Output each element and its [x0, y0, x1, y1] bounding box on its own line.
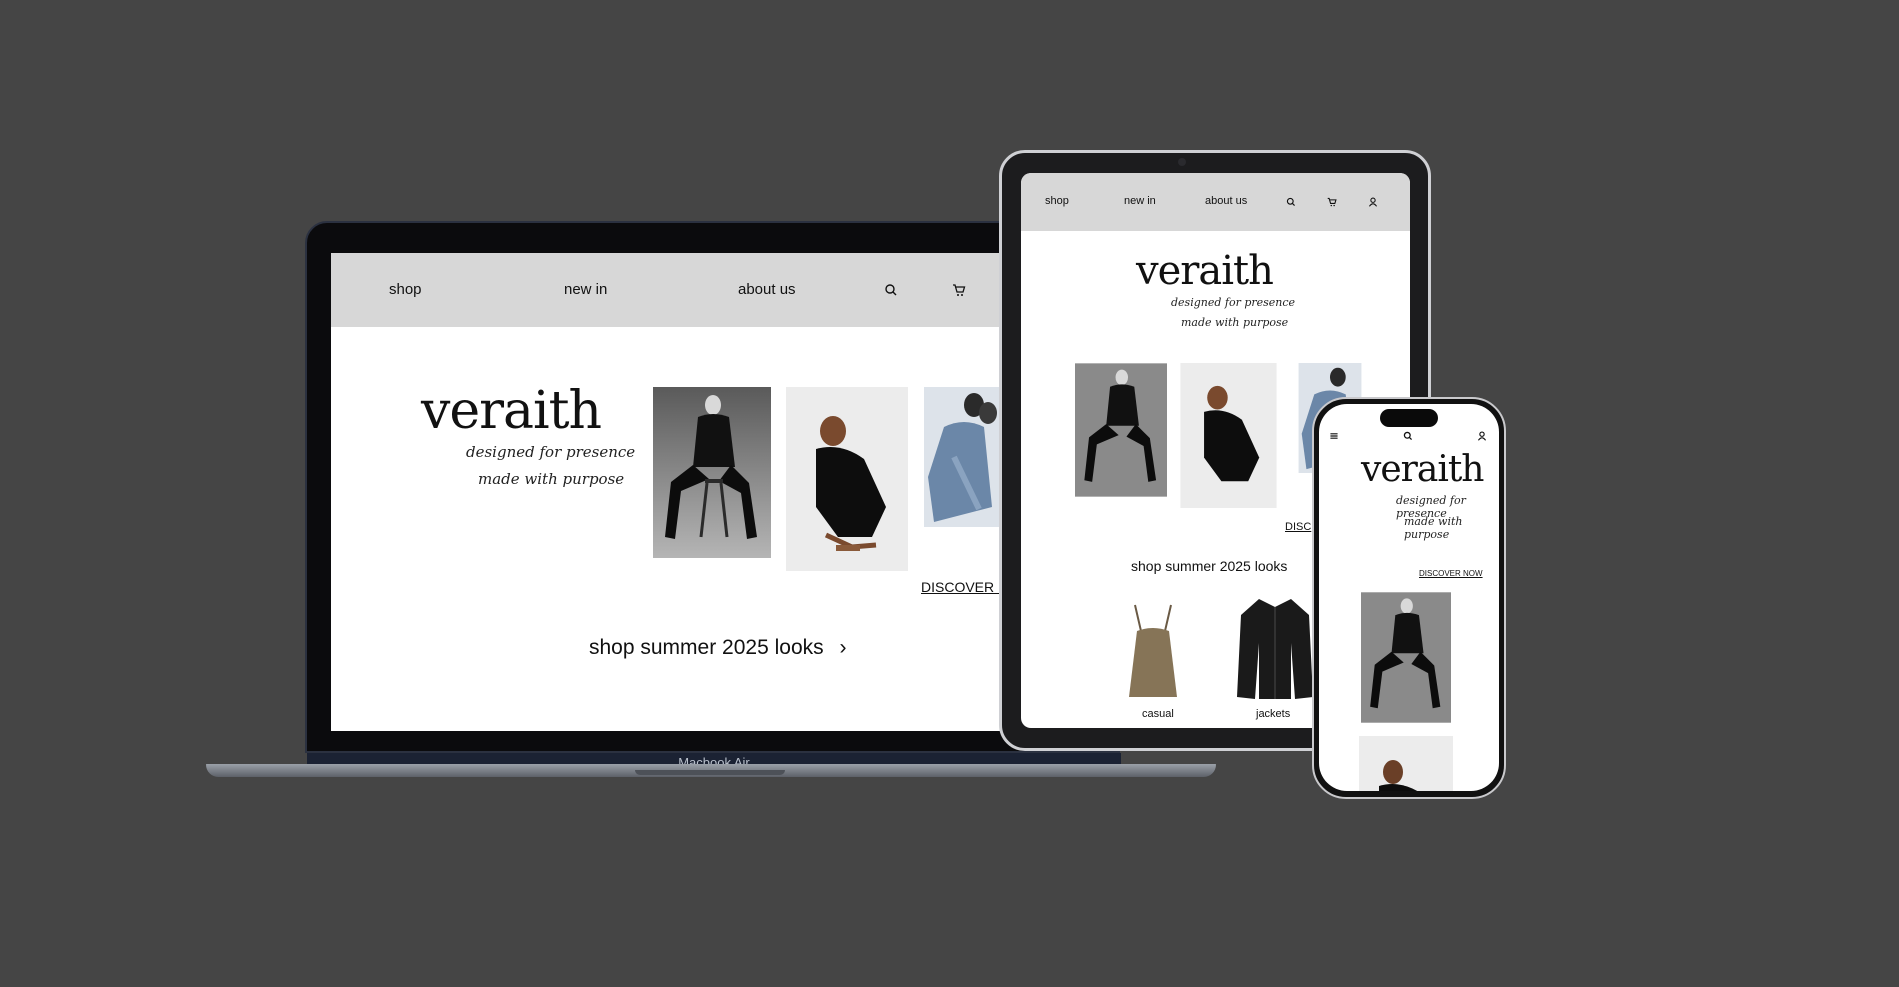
tablet-navbar: shop new in about us — [1021, 173, 1410, 231]
menu-icon[interactable] — [1329, 431, 1339, 441]
tablet-nav-shop[interactable]: shop — [1045, 195, 1069, 207]
phone-brand-logo[interactable]: veraith — [1361, 449, 1484, 490]
discover-now-link[interactable]: DISCOVER N — [921, 579, 1008, 595]
search-icon[interactable] — [884, 283, 898, 297]
category-jackets[interactable]: jackets — [1256, 708, 1290, 720]
tablet-tagline-line-2: made with purpose — [1181, 316, 1289, 329]
tablet-tagline-line-1: designed for presence — [1171, 296, 1296, 309]
search-icon[interactable] — [1286, 197, 1296, 207]
brand-logo[interactable]: veraith — [421, 381, 602, 441]
model-photo-boots[interactable] — [653, 387, 771, 558]
chevron-right-icon: › — [839, 636, 847, 659]
tagline-line-2: made with purpose — [478, 470, 625, 488]
tablet-camera — [1178, 158, 1186, 166]
phone-tagline-line-2: made with purpose — [1404, 515, 1463, 541]
phone-dynamic-island — [1380, 409, 1438, 427]
cart-icon[interactable] — [1327, 197, 1337, 207]
phone-screen: veraith designed for presence made with … — [1319, 404, 1499, 791]
tablet-brand-logo[interactable]: veraith — [1136, 248, 1274, 294]
phone-model-photo-crouching[interactable] — [1359, 736, 1453, 791]
model-photo-crouching[interactable] — [786, 387, 908, 571]
user-icon[interactable] — [1368, 197, 1378, 207]
nav-about-us[interactable]: about us — [738, 281, 796, 298]
tablet-shop-summer-looks-link[interactable]: shop summer 2025 looks — [1131, 558, 1287, 574]
tablet-nav-new-in[interactable]: new in — [1124, 195, 1156, 207]
category-casual[interactable]: casual — [1142, 708, 1174, 720]
user-icon[interactable] — [1477, 431, 1487, 441]
laptop-notch — [635, 770, 785, 775]
model-photo-blue-dress[interactable] — [924, 387, 1004, 527]
tablet-model-photo-boots[interactable] — [1075, 363, 1167, 497]
tagline-line-1: designed for presence — [466, 443, 636, 461]
camisole-image[interactable] — [1121, 601, 1185, 701]
tablet-discover-now-link[interactable]: DISC — [1285, 521, 1311, 533]
leather-jacket-image[interactable] — [1235, 593, 1315, 703]
phone-discover-now-link[interactable]: DISCOVER NOW — [1419, 569, 1483, 578]
cart-icon[interactable] — [952, 283, 966, 297]
phone-model-photo-boots[interactable] — [1361, 591, 1451, 724]
nav-new-in[interactable]: new in — [564, 281, 607, 298]
tablet-nav-about-us[interactable]: about us — [1205, 195, 1247, 207]
shop-summer-looks-link[interactable]: shop summer 2025 looks › — [589, 636, 846, 660]
nav-shop[interactable]: shop — [389, 281, 422, 298]
cta-label: shop summer 2025 looks — [589, 636, 824, 659]
search-icon[interactable] — [1403, 431, 1413, 441]
tablet-model-photo-crouching[interactable] — [1180, 363, 1277, 508]
